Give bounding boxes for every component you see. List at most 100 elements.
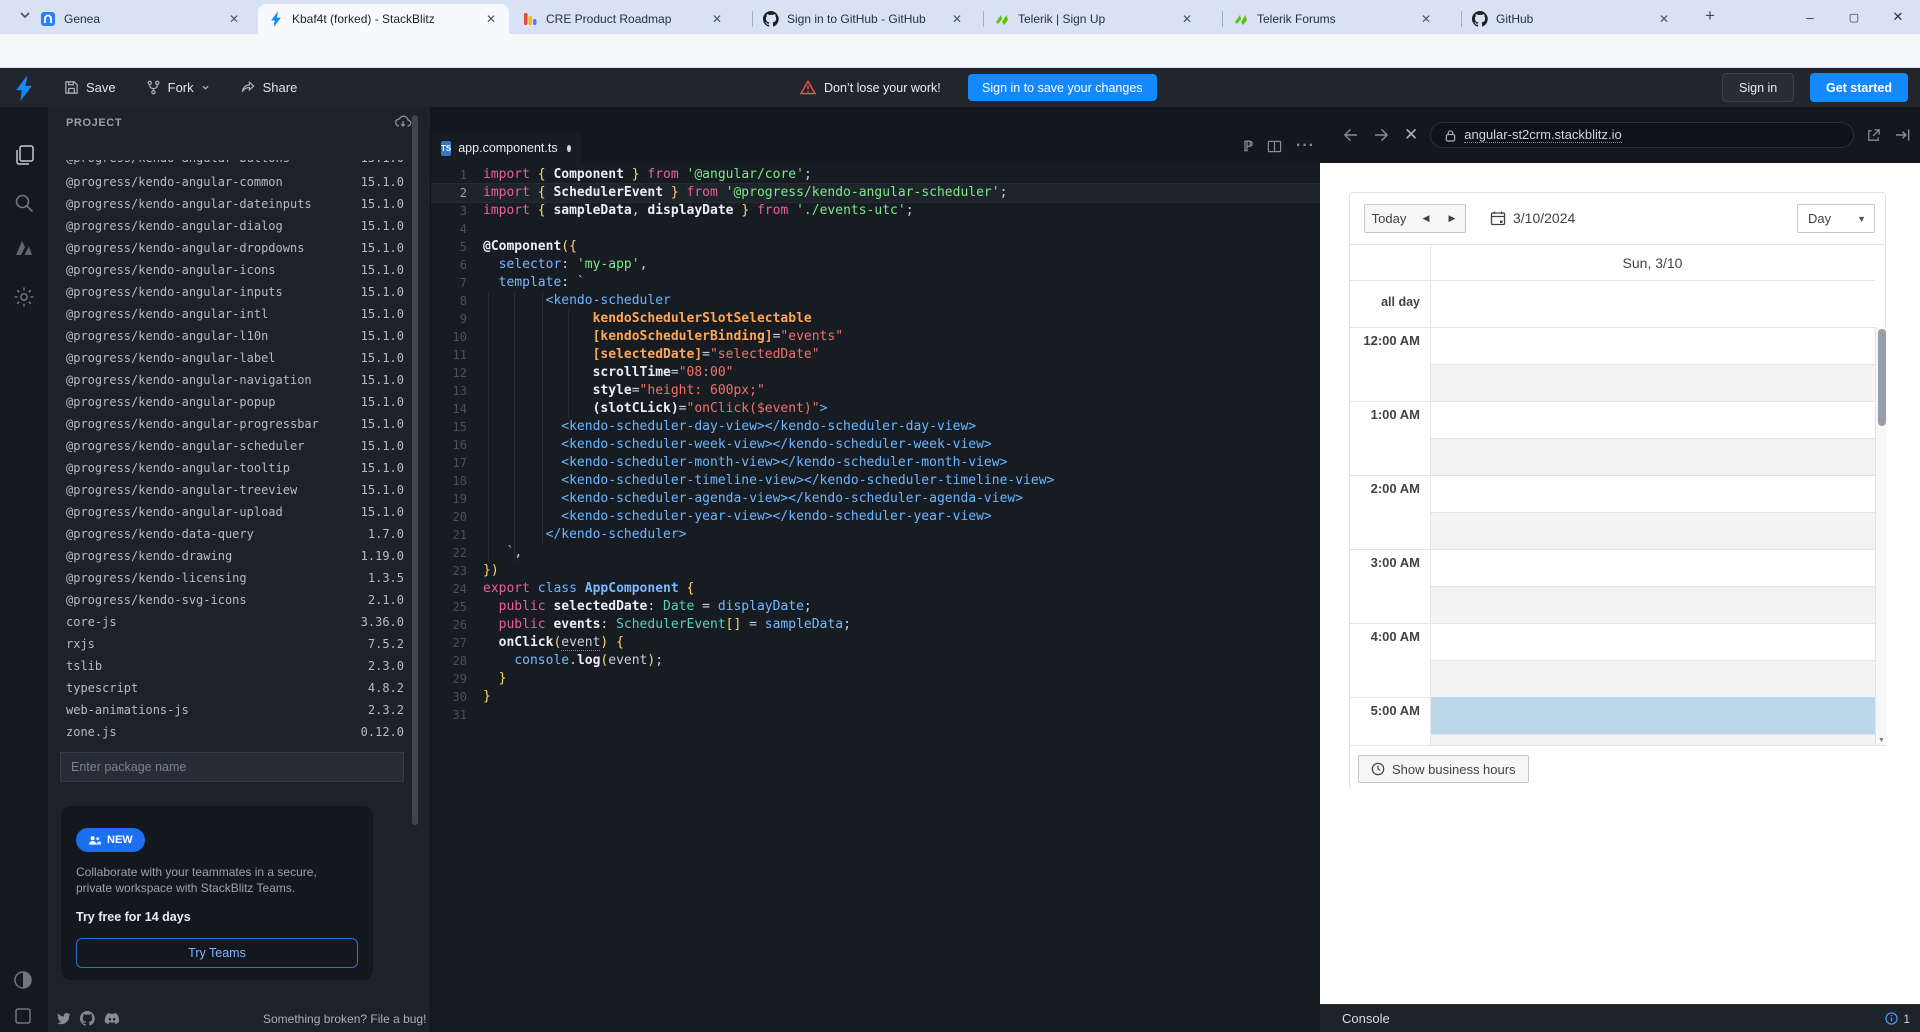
scroll-down-icon[interactable]: ▼ bbox=[1878, 737, 1885, 744]
file-a-bug-link[interactable]: Something broken? File a bug! bbox=[263, 1012, 426, 1026]
grid-scrollbar[interactable]: ▲ ▼ bbox=[1875, 327, 1887, 745]
window-maximize-button[interactable]: ▢ bbox=[1832, 0, 1876, 34]
view-select[interactable]: Day ▼ bbox=[1797, 204, 1875, 233]
split-editor-icon[interactable] bbox=[1267, 139, 1282, 154]
time-slot[interactable] bbox=[1431, 586, 1875, 623]
package-row--progress-kendo-svg-icons[interactable]: @progress/kendo-svg-icons2.1.0 bbox=[48, 589, 410, 611]
package-row-web-animations-js[interactable]: web-animations-js2.3.2 bbox=[48, 699, 410, 721]
new-tab-button[interactable]: + bbox=[1705, 6, 1715, 26]
preview-url-bar[interactable]: angular-st2crm.stackblitz.io bbox=[1430, 122, 1854, 148]
package-row--progress-kendo-angular-tooltip[interactable]: @progress/kendo-angular-tooltip15.1.0 bbox=[48, 457, 410, 479]
project-files-icon[interactable] bbox=[12, 143, 36, 167]
code-line-22[interactable]: 22 `, bbox=[431, 544, 1321, 562]
window-minimize-button[interactable]: – bbox=[1788, 0, 1832, 34]
tab-close-icon[interactable]: ✕ bbox=[1418, 12, 1434, 26]
code-line-4[interactable]: 4 bbox=[431, 220, 1321, 238]
preview-forward-icon[interactable] bbox=[1373, 127, 1390, 143]
prettier-icon[interactable]: ℙ bbox=[1243, 138, 1253, 155]
theme-toggle-icon[interactable] bbox=[12, 969, 34, 991]
code-line-13[interactable]: 13 style="height: 600px;" bbox=[431, 382, 1321, 400]
time-slot[interactable] bbox=[1431, 475, 1875, 512]
code-area[interactable]: 1import { Component } from '@angular/cor… bbox=[431, 163, 1321, 1032]
package-row-typescript[interactable]: typescript4.8.2 bbox=[48, 677, 410, 699]
code-line-8[interactable]: 8 <kendo-scheduler bbox=[431, 292, 1321, 310]
browser-tab-1[interactable]: Genea✕ bbox=[30, 4, 252, 34]
package-row--progress-kendo-data-query[interactable]: @progress/kendo-data-query1.7.0 bbox=[48, 523, 410, 545]
package-row--progress-kendo-angular-progressbar[interactable]: @progress/kendo-angular-progressbar15.1.… bbox=[48, 413, 410, 435]
time-slot[interactable] bbox=[1431, 660, 1875, 697]
tab-close-icon[interactable]: ✕ bbox=[226, 12, 242, 26]
code-line-24[interactable]: 24export class AppComponent { bbox=[431, 580, 1321, 598]
package-row--progress-kendo-angular-label[interactable]: @progress/kendo-angular-label15.1.0 bbox=[48, 347, 410, 369]
twitter-icon[interactable] bbox=[56, 1012, 71, 1025]
grid-scroll-thumb[interactable] bbox=[1878, 329, 1886, 426]
time-slot[interactable] bbox=[1431, 364, 1875, 401]
preview-back-icon[interactable] bbox=[1342, 127, 1359, 143]
code-line-7[interactable]: 7 template: ` bbox=[431, 274, 1321, 292]
package-row--progress-kendo-licensing[interactable]: @progress/kendo-licensing1.3.5 bbox=[48, 567, 410, 589]
github-icon[interactable] bbox=[80, 1011, 95, 1026]
tab-close-icon[interactable]: ✕ bbox=[709, 12, 725, 26]
tab-close-icon[interactable]: ✕ bbox=[949, 12, 965, 26]
code-line-9[interactable]: 9 kendoSchedulerSlotSelectable bbox=[431, 310, 1321, 328]
browser-tab-5[interactable]: Telerik | Sign Up✕ bbox=[984, 4, 1205, 34]
package-row-zone-js[interactable]: zone.js0.12.0 bbox=[48, 721, 410, 743]
discord-icon[interactable] bbox=[104, 1013, 120, 1025]
sign-in-button[interactable]: Sign in bbox=[1722, 73, 1794, 102]
package-row--progress-kendo-angular-icons[interactable]: @progress/kendo-angular-icons15.1.0 bbox=[48, 259, 410, 281]
editor-tab-app-component[interactable]: TS app.component.ts bbox=[431, 133, 581, 163]
code-line-15[interactable]: 15 <kendo-scheduler-day-view></kendo-sch… bbox=[431, 418, 1321, 436]
code-line-19[interactable]: 19 <kendo-scheduler-agenda-view></kendo-… bbox=[431, 490, 1321, 508]
selected-time-slot[interactable] bbox=[1431, 697, 1875, 734]
code-line-1[interactable]: 1import { Component } from '@angular/cor… bbox=[431, 166, 1321, 184]
code-line-14[interactable]: 14 (slotCLick)="onClick($event)"> bbox=[431, 400, 1321, 418]
dock-preview-icon[interactable] bbox=[1895, 128, 1911, 142]
search-icon[interactable] bbox=[12, 191, 36, 215]
code-line-21[interactable]: 21 </kendo-scheduler> bbox=[431, 526, 1321, 544]
package-row--progress-kendo-angular-scheduler[interactable]: @progress/kendo-angular-scheduler15.1.0 bbox=[48, 435, 410, 457]
browser-tab-6[interactable]: Telerik Forums✕ bbox=[1223, 4, 1444, 34]
share-button[interactable]: Share bbox=[240, 80, 298, 95]
time-slot[interactable] bbox=[1431, 438, 1875, 475]
sign-in-to-save-button[interactable]: Sign in to save your changes bbox=[968, 74, 1157, 101]
package-row--progress-kendo-angular-upload[interactable]: @progress/kendo-angular-upload15.1.0 bbox=[48, 501, 410, 523]
package-row--progress-kendo-angular-dropdowns[interactable]: @progress/kendo-angular-dropdowns15.1.0 bbox=[48, 237, 410, 259]
browser-tab-7[interactable]: GitHub✕ bbox=[1462, 4, 1682, 34]
package-search-input[interactable] bbox=[60, 752, 404, 782]
sidebar-scrollbar[interactable] bbox=[411, 109, 419, 1029]
package-row--progress-kendo-angular-dialog[interactable]: @progress/kendo-angular-dialog15.1.0 bbox=[48, 215, 410, 237]
browser-tab-3[interactable]: CRE Product Roadmap✕ bbox=[512, 4, 735, 34]
time-slot[interactable] bbox=[1431, 623, 1875, 660]
package-row--progress-kendo-angular-navigation[interactable]: @progress/kendo-angular-navigation15.1.0 bbox=[48, 369, 410, 391]
tab-close-icon[interactable]: ✕ bbox=[1656, 12, 1672, 26]
docs-box-icon[interactable] bbox=[12, 1005, 34, 1027]
package-row--progress-kendo-angular-l10n[interactable]: @progress/kendo-angular-l10n15.1.0 bbox=[48, 325, 410, 347]
package-row-tslib[interactable]: tslib2.3.0 bbox=[48, 655, 410, 677]
time-slot[interactable] bbox=[1431, 512, 1875, 549]
settings-gear-icon[interactable] bbox=[12, 285, 36, 309]
code-line-25[interactable]: 25 public selectedDate: Date = displayDa… bbox=[431, 598, 1321, 616]
package-row-rxjs[interactable]: rxjs7.5.2 bbox=[48, 633, 410, 655]
get-started-button[interactable]: Get started bbox=[1810, 73, 1908, 102]
code-line-10[interactable]: 10 [kendoSchedulerBinding]="events" bbox=[431, 328, 1321, 346]
code-line-29[interactable]: 29 } bbox=[431, 670, 1321, 688]
package-row-clipped[interactable]: @progress/kendo-angular-buttons15.1.0 bbox=[48, 160, 410, 169]
code-line-20[interactable]: 20 <kendo-scheduler-year-view></kendo-sc… bbox=[431, 508, 1321, 526]
deploy-icon[interactable] bbox=[12, 237, 36, 261]
time-slot[interactable] bbox=[1431, 549, 1875, 586]
code-line-16[interactable]: 16 <kendo-scheduler-week-view></kendo-sc… bbox=[431, 436, 1321, 454]
package-row--progress-kendo-angular-dateinputs[interactable]: @progress/kendo-angular-dateinputs15.1.0 bbox=[48, 193, 410, 215]
time-slot[interactable] bbox=[1431, 327, 1875, 364]
fork-button[interactable]: Fork bbox=[146, 80, 210, 95]
code-line-12[interactable]: 12 scrollTime="08:00" bbox=[431, 364, 1321, 382]
package-row--progress-kendo-angular-inputs[interactable]: @progress/kendo-angular-inputs15.1.0 bbox=[48, 281, 410, 303]
package-row--progress-kendo-angular-intl[interactable]: @progress/kendo-angular-intl15.1.0 bbox=[48, 303, 410, 325]
open-in-new-icon[interactable] bbox=[1866, 128, 1881, 143]
code-line-2[interactable]: 2import { SchedulerEvent } from '@progre… bbox=[431, 184, 1321, 202]
preview-close-icon[interactable]: ✕ bbox=[1404, 125, 1418, 145]
time-slot[interactable] bbox=[1431, 401, 1875, 438]
package-row-core-js[interactable]: core-js3.36.0 bbox=[48, 611, 410, 633]
download-project-icon[interactable] bbox=[394, 113, 412, 131]
code-line-30[interactable]: 30} bbox=[431, 688, 1321, 706]
save-button[interactable]: Save bbox=[64, 80, 116, 95]
